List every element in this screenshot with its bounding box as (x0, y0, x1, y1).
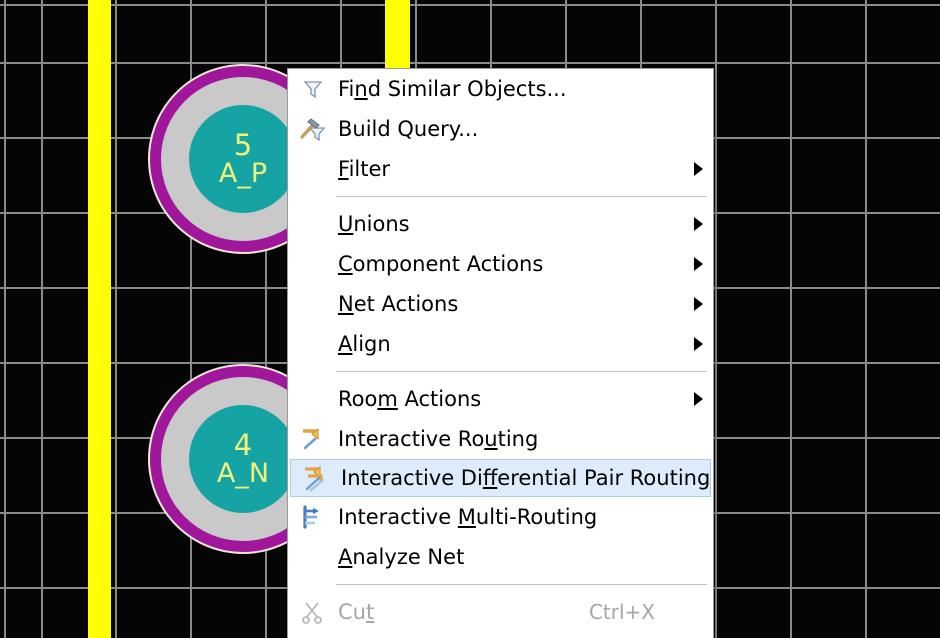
menu-separator (336, 371, 707, 372)
pad-hole: 4 A_N (188, 404, 297, 513)
menu-item-label: Unions (338, 212, 410, 236)
menu-item-analyze-net[interactable]: Analyze Net (288, 537, 713, 577)
grid-line-horizontal (0, 4, 940, 6)
submenu-arrow-icon (683, 392, 713, 406)
menu-icon-placeholder (292, 151, 334, 187)
menu-item-label: Interactive Routing (338, 427, 539, 451)
grid-line-vertical (41, 0, 43, 638)
menu-item-filter[interactable]: Filter (288, 149, 713, 189)
funnel-icon (292, 71, 334, 107)
grid-line-vertical (865, 0, 867, 638)
menu-separator (336, 196, 707, 197)
menu-icon-placeholder (292, 246, 334, 282)
menu-item-build-query[interactable]: Build Query... (288, 109, 713, 149)
pad-net-label: A_N (216, 458, 270, 490)
pad-number-label: 5 (233, 127, 253, 162)
pad-net-label: A_P (218, 158, 268, 190)
submenu-arrow-icon (683, 162, 713, 176)
menu-item-cut: Cut Ctrl+X (288, 592, 713, 632)
pcb-editor-screen: 5 A_P 4 A_N Find Similar Objects... Build… (0, 0, 940, 638)
grid-line-vertical (790, 0, 792, 638)
menu-icon-placeholder (292, 539, 334, 575)
menu-item-label: Align (338, 332, 391, 356)
grid-line-vertical (715, 0, 717, 638)
menu-item-label: Component Actions (338, 252, 544, 276)
menu-icon-placeholder (292, 206, 334, 242)
menu-item-label: Build Query... (338, 117, 479, 141)
menu-item-align[interactable]: Align (288, 324, 713, 364)
pad-hole: 5 A_P (188, 104, 297, 213)
hammer-funnel-icon (292, 111, 334, 147)
submenu-arrow-icon (683, 297, 713, 311)
menu-item-find-similar-objects[interactable]: Find Similar Objects... (288, 69, 713, 109)
menu-item-unions[interactable]: Unions (288, 204, 713, 244)
menu-item-interactive-multi-routing[interactable]: Interactive Multi-Routing (288, 497, 713, 537)
pad-number-label: 4 (233, 427, 253, 462)
menu-icon-placeholder (292, 326, 334, 362)
menu-icon-placeholder (292, 381, 334, 417)
submenu-arrow-icon (683, 337, 713, 351)
grid-line-vertical (115, 0, 117, 638)
menu-item-net-actions[interactable]: Net Actions (288, 284, 713, 324)
submenu-arrow-icon (683, 257, 713, 271)
menu-item-shortcut: Ctrl+X (588, 600, 655, 624)
menu-item-label: Interactive Differential Pair Routing (341, 466, 711, 490)
menu-item-room-actions[interactable]: Room Actions (288, 379, 713, 419)
scissors-icon (292, 594, 334, 630)
menu-separator (336, 584, 707, 585)
multi-route-icon (292, 499, 334, 535)
copper-track-vertical[interactable] (88, 0, 111, 638)
copy-icon (292, 634, 334, 638)
submenu-arrow-icon (683, 217, 713, 231)
copper-track-vertical[interactable] (385, 0, 410, 68)
menu-item-component-actions[interactable]: Component Actions (288, 244, 713, 284)
context-menu[interactable]: Find Similar Objects... Build Query... Fil… (287, 68, 714, 638)
menu-icon-placeholder (292, 286, 334, 322)
menu-item-label: Filter (338, 157, 391, 181)
menu-item-label: Room Actions (338, 387, 482, 411)
menu-item-label: Net Actions (338, 292, 459, 316)
menu-item-copy: CopyCtrl+C (288, 632, 713, 638)
grid-line-vertical (4, 0, 6, 638)
menu-item-label: Interactive Multi-Routing (338, 505, 598, 529)
diff-pair-route-icon (295, 460, 337, 496)
menu-item-label: Analyze Net (338, 545, 465, 569)
menu-item-interactive-routing[interactable]: Interactive Routing (288, 419, 713, 459)
grid-line-horizontal (0, 62, 940, 64)
menu-item-label: Find Similar Objects... (338, 77, 567, 101)
route-icon (292, 421, 334, 457)
menu-item-interactive-differential-pair-routing[interactable]: Interactive Differential Pair Routing (290, 459, 711, 497)
menu-item-label: Cut (338, 600, 375, 624)
